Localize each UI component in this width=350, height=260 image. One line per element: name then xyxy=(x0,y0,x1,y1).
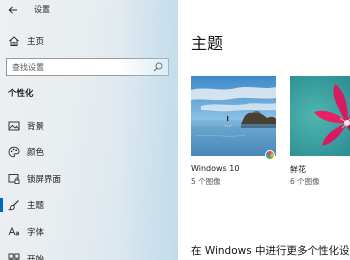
settings-sidebar: 设置 主页 个性化 背景 颜色 xyxy=(0,0,178,260)
theme-card-flowers[interactable]: 鲜花 6 个图像 xyxy=(290,76,350,186)
sidebar-item-label: 颜色 xyxy=(27,148,45,158)
theme-image-count: 5 个图像 xyxy=(191,177,221,186)
page-title: 主题 xyxy=(191,34,224,53)
search-icon[interactable] xyxy=(153,62,163,72)
brush-icon xyxy=(8,200,19,211)
sidebar-item-colors[interactable]: 颜色 xyxy=(0,143,178,161)
sidebar-item-label: 主页 xyxy=(27,37,45,47)
start-icon xyxy=(8,253,20,260)
palette-icon xyxy=(8,146,20,158)
flower-image xyxy=(290,76,350,156)
back-arrow-icon xyxy=(8,6,17,14)
main-content: 主题 Windows 10 5 个图像 鲜花 6 个图像 在 Windows 中… xyxy=(178,0,350,260)
theme-name: Windows 10 xyxy=(191,164,240,173)
background-image-icon xyxy=(8,121,20,131)
back-button[interactable] xyxy=(4,2,22,18)
sidebar-item-start[interactable]: 开始 xyxy=(0,250,178,260)
sidebar-item-label: 锁屏界面 xyxy=(27,175,62,185)
sidebar-item-label: 背景 xyxy=(27,122,45,132)
theme-card-windows10[interactable]: Windows 10 5 个图像 xyxy=(191,76,276,186)
sidebar-item-label: 开始 xyxy=(27,255,45,260)
lock-screen-icon xyxy=(8,174,20,184)
font-icon xyxy=(8,226,19,236)
title-bar: 设置 xyxy=(0,0,178,20)
beach-landscape-image xyxy=(191,76,276,156)
selection-indicator xyxy=(0,198,3,212)
sidebar-item-label: 字体 xyxy=(27,228,45,238)
section-title: 个性化 xyxy=(8,89,34,99)
sidebar-item-label: 主题 xyxy=(27,201,45,211)
sidebar-item-lock-screen[interactable]: 锁屏界面 xyxy=(0,170,178,188)
theme-image-count: 6 个图像 xyxy=(290,177,320,186)
search-box[interactable] xyxy=(6,58,169,76)
sidebar-item-background[interactable]: 背景 xyxy=(0,117,178,135)
theme-thumbnail[interactable] xyxy=(191,76,276,156)
theme-thumbnail[interactable] xyxy=(290,76,350,156)
personalization-more-heading: 在 Windows 中进行更多个性化设 xyxy=(191,245,350,257)
sidebar-item-fonts[interactable]: 字体 xyxy=(0,223,178,241)
window-title: 设置 xyxy=(34,5,50,14)
theme-color-swatch xyxy=(265,150,275,160)
search-input[interactable] xyxy=(7,59,147,75)
home-icon xyxy=(9,36,19,46)
sidebar-item-themes[interactable]: 主题 xyxy=(0,196,178,214)
sidebar-item-home[interactable]: 主页 xyxy=(0,32,178,50)
theme-name: 鲜花 xyxy=(290,165,306,174)
